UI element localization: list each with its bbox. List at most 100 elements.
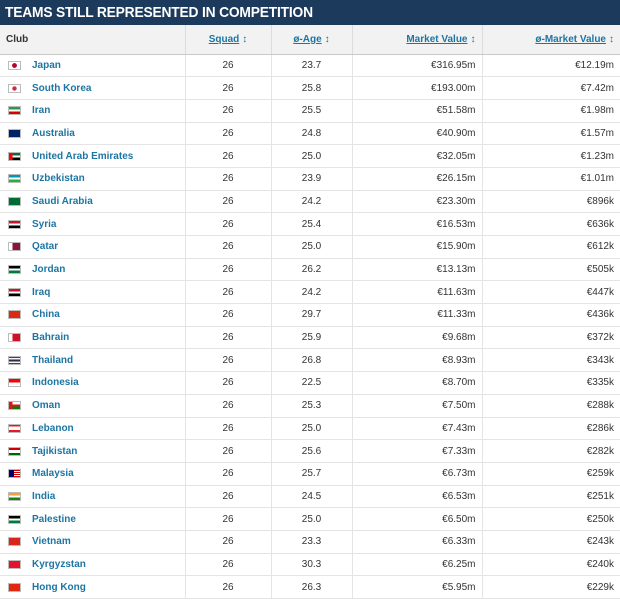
avg-market-value-cell: €335k bbox=[481, 371, 620, 395]
club-link[interactable]: Jordan bbox=[32, 264, 65, 275]
age-cell: 24.5 bbox=[270, 485, 352, 509]
age-cell: 29.7 bbox=[270, 303, 352, 327]
age-cell: 25.0 bbox=[270, 144, 352, 168]
avg-market-value-cell: €288k bbox=[481, 394, 620, 418]
flag-vietnam-icon bbox=[8, 537, 21, 547]
flag-lebanon-icon bbox=[8, 423, 21, 433]
club-link[interactable]: China bbox=[32, 309, 60, 320]
club-cell: Palestine bbox=[0, 507, 185, 531]
squad-cell: 26 bbox=[184, 235, 271, 259]
squad-cell: 26 bbox=[184, 167, 271, 191]
avg-market-value-cell: €1.98m bbox=[481, 99, 620, 123]
squad-cell: 26 bbox=[184, 144, 271, 168]
club-cell: Hong Kong bbox=[0, 575, 185, 599]
age-cell: 25.0 bbox=[270, 235, 352, 259]
club-link[interactable]: Qatar bbox=[32, 241, 58, 252]
age-cell: 24.2 bbox=[270, 280, 352, 305]
flag-tajikistan-icon bbox=[8, 446, 21, 456]
club-link[interactable]: South Korea bbox=[32, 83, 91, 94]
avg-market-value-cell: €447k bbox=[481, 280, 620, 305]
age-cell: 25.3 bbox=[270, 394, 352, 418]
squad-cell: 26 bbox=[184, 54, 271, 78]
club-link[interactable]: Kyrgyzstan bbox=[32, 559, 86, 570]
avg-market-value-cell: €7.42m bbox=[481, 76, 620, 100]
club-cell: China bbox=[0, 303, 185, 327]
flag-india-icon bbox=[8, 491, 21, 501]
header-avg-market-value-sort[interactable]: ø-Market Value ↕ bbox=[481, 25, 620, 55]
club-cell: South Korea bbox=[0, 76, 185, 100]
age-cell: 25.9 bbox=[270, 326, 352, 350]
squad-cell: 26 bbox=[184, 439, 271, 463]
squad-cell: 26 bbox=[184, 122, 271, 146]
club-link[interactable]: Malaysia bbox=[32, 468, 74, 479]
table-row: Kyrgyzstan 26 30.3 €6.25m €240k bbox=[0, 553, 620, 577]
club-cell: Qatar bbox=[0, 235, 185, 259]
market-value-cell: €5.95m bbox=[351, 575, 482, 599]
table-row: Tajikistan 26 25.6 €7.33m €282k bbox=[0, 439, 620, 463]
avg-market-value-cell: €505k bbox=[481, 258, 620, 282]
header-avg-market-value-label: ø-Market Value bbox=[535, 33, 606, 45]
club-link[interactable]: Indonesia bbox=[32, 377, 79, 388]
table-row: Thailand 26 26.8 €8.93m €343k bbox=[0, 348, 620, 373]
market-value-cell: €8.70m bbox=[351, 371, 482, 395]
squad-cell: 26 bbox=[184, 530, 271, 554]
squad-cell: 26 bbox=[184, 553, 271, 577]
market-value-cell: €40.90m bbox=[351, 122, 482, 146]
header-squad-sort[interactable]: Squad ↕ bbox=[184, 25, 271, 55]
squad-cell: 26 bbox=[184, 394, 271, 418]
table-row: Oman 26 25.3 €7.50m €288k bbox=[0, 394, 620, 418]
market-value-cell: €26.15m bbox=[351, 167, 482, 191]
header-market-value-sort[interactable]: Market Value ↕ bbox=[351, 25, 482, 55]
table-row: Malaysia 26 25.7 €6.73m €259k bbox=[0, 462, 620, 486]
club-cell: Kyrgyzstan bbox=[0, 553, 185, 577]
club-link[interactable]: Lebanon bbox=[32, 423, 74, 434]
club-cell: India bbox=[0, 485, 185, 509]
table-row: Lebanon 26 25.0 €7.43m €286k bbox=[0, 417, 620, 441]
club-link[interactable]: Oman bbox=[32, 400, 60, 411]
avg-market-value-cell: €1.23m bbox=[481, 144, 620, 168]
flag-hong-kong-icon bbox=[8, 582, 21, 592]
club-link[interactable]: Australia bbox=[32, 128, 75, 139]
club-link[interactable]: Iran bbox=[32, 105, 50, 116]
avg-market-value-cell: €1.01m bbox=[481, 167, 620, 191]
market-value-cell: €6.33m bbox=[351, 530, 482, 554]
club-link[interactable]: Tajikistan bbox=[32, 446, 77, 457]
age-cell: 24.2 bbox=[270, 190, 352, 214]
market-value-cell: €7.43m bbox=[351, 417, 482, 441]
squad-cell: 26 bbox=[184, 212, 271, 236]
age-cell: 25.6 bbox=[270, 439, 352, 463]
header-age-sort[interactable]: ø-Age ↕ bbox=[270, 25, 352, 55]
avg-market-value-cell: €343k bbox=[481, 348, 620, 373]
club-link[interactable]: Uzbekistan bbox=[32, 173, 85, 184]
avg-market-value-cell: €436k bbox=[481, 303, 620, 327]
flag-iran-icon bbox=[8, 106, 21, 116]
club-link[interactable]: United Arab Emirates bbox=[32, 151, 133, 162]
avg-market-value-cell: €372k bbox=[481, 326, 620, 350]
club-cell: Saudi Arabia bbox=[0, 190, 185, 214]
table-row: China 26 29.7 €11.33m €436k bbox=[0, 303, 620, 327]
club-link[interactable]: India bbox=[32, 491, 55, 502]
avg-market-value-cell: €243k bbox=[481, 530, 620, 554]
age-cell: 30.3 bbox=[270, 553, 352, 577]
age-cell: 23.9 bbox=[270, 167, 352, 191]
club-cell: Thailand bbox=[0, 348, 185, 373]
club-cell: Malaysia bbox=[0, 462, 185, 486]
club-link[interactable]: Vietnam bbox=[32, 536, 71, 547]
club-link[interactable]: Saudi Arabia bbox=[32, 196, 93, 207]
age-cell: 25.7 bbox=[270, 462, 352, 486]
club-link[interactable]: Palestine bbox=[32, 514, 76, 525]
age-cell: 26.2 bbox=[270, 258, 352, 282]
squad-cell: 26 bbox=[184, 190, 271, 214]
club-cell: Vietnam bbox=[0, 530, 185, 554]
club-link[interactable]: Iraq bbox=[32, 287, 50, 298]
club-link[interactable]: Bahrain bbox=[32, 332, 69, 343]
club-link[interactable]: Thailand bbox=[32, 355, 73, 366]
club-link[interactable]: Syria bbox=[32, 219, 56, 230]
club-cell: Australia bbox=[0, 122, 185, 146]
club-link[interactable]: Hong Kong bbox=[32, 582, 86, 593]
market-value-cell: €11.63m bbox=[351, 280, 482, 305]
club-cell: Iran bbox=[0, 99, 185, 123]
flag-bahrain-icon bbox=[8, 333, 21, 343]
club-link[interactable]: Japan bbox=[32, 60, 61, 71]
market-value-cell: €8.93m bbox=[351, 348, 482, 373]
